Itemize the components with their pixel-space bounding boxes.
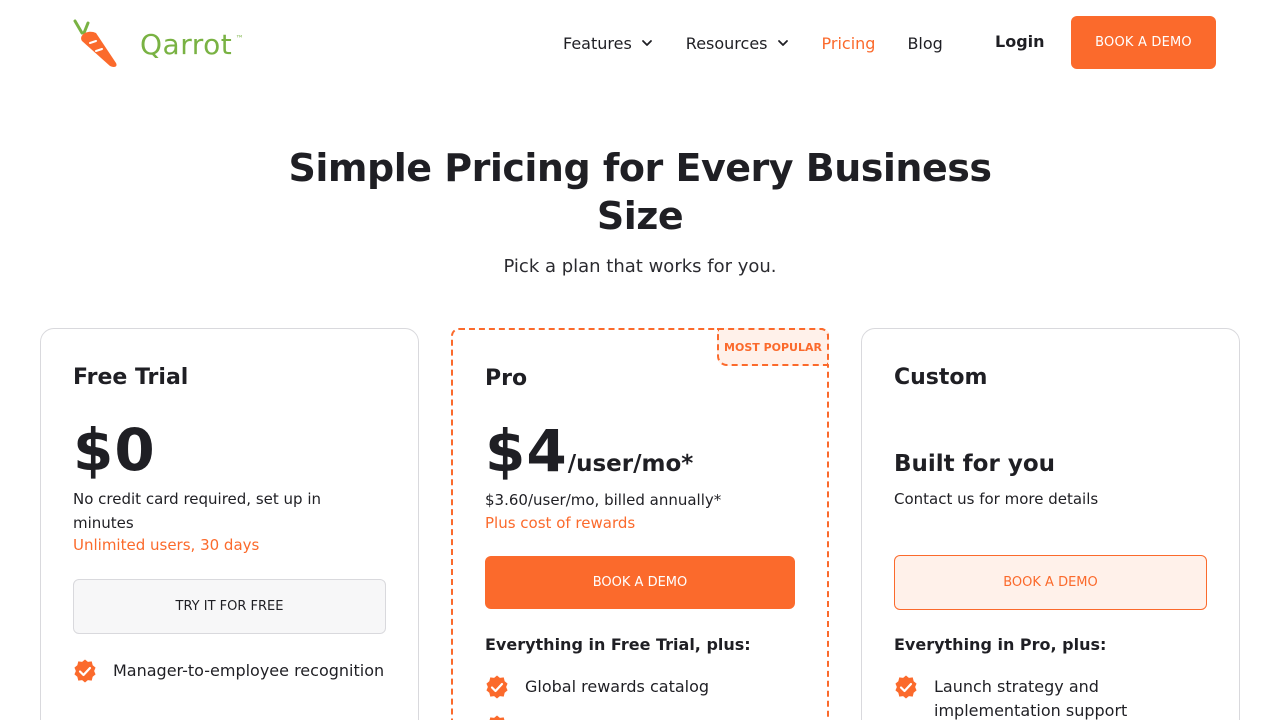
logo-wordmark: Qarrot ™	[140, 27, 245, 61]
feature-item: Launch strategy and implementation suppo…	[894, 675, 1214, 720]
feature-item: Global rewards catalog	[485, 675, 805, 699]
try-free-button[interactable]: TRY IT FOR FREE	[73, 579, 386, 634]
plan-card-pro: MOST POPULAR Pro $4/user/mo* $3.60/user/…	[451, 328, 829, 720]
nav-item-features[interactable]: Features	[563, 34, 654, 53]
check-badge-icon	[489, 715, 505, 720]
plan-description: Contact us for more details	[894, 490, 1099, 508]
nav-label: Resources	[685, 33, 768, 53]
nav-label: Pricing	[821, 33, 876, 53]
book-demo-button[interactable]: BOOK A DEMO	[485, 556, 795, 609]
plan-name: Free Trial	[73, 365, 189, 390]
nav-label: Features	[563, 33, 632, 53]
qarrot-logo[interactable]: Qarrot ™	[72, 18, 252, 70]
nav-item-resources[interactable]: Resources	[686, 34, 790, 53]
nav-label: Blog	[907, 33, 943, 53]
plan-price: $4/user/mo*	[485, 416, 693, 499]
includes-heading: Everything in Free Trial, plus:	[485, 635, 751, 654]
includes-heading: Everything in Pro, plus:	[894, 635, 1107, 654]
chevron-down-icon	[777, 40, 788, 46]
plan-description: No credit card required, set up in minut…	[73, 490, 321, 532]
book-demo-button[interactable]: BOOK A DEMO	[894, 555, 1207, 610]
plan-card-free-trial: Free Trial $0 No credit card required, s…	[40, 328, 419, 720]
nav-item-pricing[interactable]: Pricing	[822, 34, 876, 53]
page-title: Simple Pricing for Every Business Size	[288, 146, 992, 238]
book-demo-button[interactable]: BOOK A DEMO	[1071, 16, 1216, 69]
price-unit: /user/mo*	[567, 451, 694, 477]
nav-item-blog[interactable]: Blog	[907, 34, 942, 53]
chevron-down-icon	[641, 40, 652, 46]
check-badge-icon	[895, 675, 917, 699]
most-popular-badge: MOST POPULAR	[717, 328, 829, 366]
price-amount: $4	[485, 417, 568, 485]
page-subtitle: Pick a plan that works for you.	[503, 256, 777, 277]
check-badge-icon	[74, 659, 96, 683]
plan-headline: Built for you	[894, 451, 1055, 477]
site-header: Qarrot ™ Features Resources Pricing Blog …	[0, 0, 1280, 86]
plan-name: Custom	[894, 365, 988, 390]
feature-text: Global rewards catalog	[525, 677, 710, 696]
check-badge-icon	[486, 675, 508, 699]
feature-item: Manager-to-employee recognition	[73, 659, 393, 683]
plan-name: Pro	[485, 366, 528, 391]
carrot-logo-icon	[73, 19, 117, 67]
feature-text: Launch strategy and implementation suppo…	[934, 677, 1128, 720]
feature-text: Manager-to-employee recognition	[113, 661, 385, 680]
plan-card-custom: Custom Built for you Contact us for more…	[861, 328, 1240, 720]
plan-highlight: Plus cost of rewards	[485, 514, 636, 532]
main-nav: Features Resources Pricing Blog	[563, 30, 975, 56]
plan-description: $3.60/user/mo, billed annually*	[485, 491, 722, 509]
trademark: ™	[235, 33, 245, 43]
plan-price: $0	[73, 416, 156, 484]
login-link[interactable]: Login	[995, 32, 1045, 51]
plan-highlight: Unlimited users, 30 days	[73, 536, 260, 554]
